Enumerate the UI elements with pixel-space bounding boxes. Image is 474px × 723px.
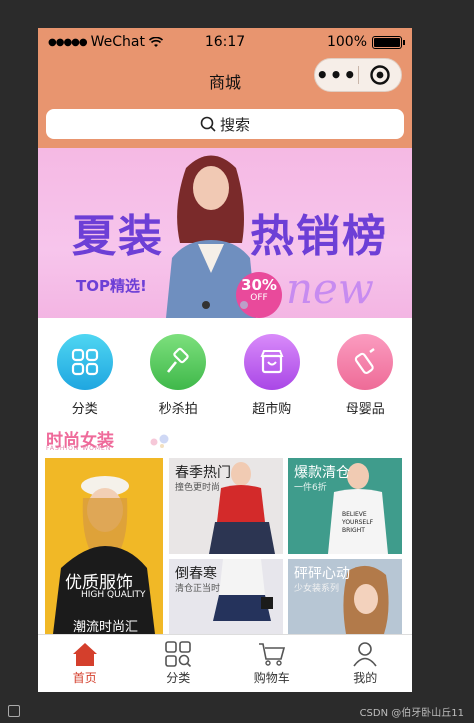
category-item-baby[interactable]: 母婴品 [319,318,413,418]
tile-subtitle: 少女装系列 [294,584,340,594]
hammer-icon [150,334,207,390]
tab-category[interactable]: 分类 [132,635,226,692]
watermark: CSDN @伯牙卧山丘11 [359,708,464,719]
tab-cart[interactable]: 购物车 [225,635,319,692]
phone-screen: ●●●●● WeChat 16:17 100% 商城 ••• 搜索 夏装 热销榜… [38,28,412,692]
home-icon [72,643,97,666]
grid-icon [56,334,113,390]
category-row: 分类 秒杀拍 超市购 母婴品 [38,318,412,418]
category-label: 秒杀拍 [158,402,198,417]
category-label: 分类 [71,402,98,417]
category-icon [165,641,192,667]
tile-title: 砰砰心动 [294,566,350,582]
tile-subtitle: 撞色更时尚 [175,483,221,493]
tile-subtitle: HIGH QUALITY [81,590,146,600]
banner-sub-text: TOP精选! [76,277,147,295]
category-label: 母婴品 [345,402,385,417]
section-subtitle: FASHION WOMEN [46,445,112,452]
tile-heart[interactable]: 砰砰心动 少女装系列 [288,559,402,634]
miniprogram-capsule: ••• [314,58,402,92]
bottle-icon [337,334,394,390]
tile-subtitle: 一件6折 [294,483,327,493]
tile-winter[interactable]: 倒春寒 清仓正当时 [169,559,283,634]
tile-subtitle: 清仓正当时 [175,584,221,594]
search-label: 搜索 [219,115,250,134]
banner-right-text: 热销榜 [250,211,388,262]
tab-label: 分类 [166,671,191,685]
tile-title: 春季热门 [175,465,231,481]
discount-badge: 30% OFF [236,272,282,318]
tile-spring[interactable]: 春季热门 撞色更时尚 [169,458,283,554]
tile-main[interactable]: 优质服饰 HIGH QUALITY 潮流时尚汇 [45,458,163,634]
user-icon [353,642,377,667]
tab-mine[interactable]: 我的 [319,635,413,692]
carousel-dot-active[interactable] [202,301,210,309]
tile-caption: 潮流时尚汇 [73,620,139,634]
decor-dots-icon [150,434,169,448]
category-label: 超市购 [252,402,292,417]
tile-title: 倒春寒 [175,566,217,582]
battery: 100% [326,34,405,50]
banner-deco-text: new [286,264,374,313]
battery-level: 100% [326,34,367,50]
svg-text:BRIGHT: BRIGHT [342,527,365,534]
tab-label: 购物车 [253,671,290,685]
banner-left-text: 夏装 [72,211,164,262]
category-item-market[interactable]: 超市购 [225,318,319,418]
nav-bar: 商城 ••• [38,56,412,100]
search-input[interactable]: 搜索 [46,109,404,139]
window-footer: CSDN @伯牙卧山丘11 [0,700,474,723]
more-button[interactable]: ••• [315,63,358,87]
window-restore-icon[interactable] [8,705,20,717]
store-icon [243,334,300,390]
target-icon [370,65,390,85]
tile-title: 爆款清仓 [294,465,350,481]
status-bar: ●●●●● WeChat 16:17 100% [38,28,412,56]
close-button[interactable] [359,64,401,86]
svg-text:BELIEVE: BELIEVE [342,511,367,518]
tile-hot[interactable]: BELIEVE YOURSELF BRIGHT 爆款清仓 一件6折 [288,458,402,554]
search-bar: 搜索 [38,100,412,148]
cart-icon [258,643,285,666]
fashion-grid: 优质服饰 HIGH QUALITY 潮流时尚汇 春季热门 撞色更时尚 BELIE… [38,458,412,634]
tab-label: 首页 [72,671,97,685]
svg-text:YOURSELF: YOURSELF [341,519,374,526]
promo-banner[interactable]: 夏装 热销榜 TOP精选! new 30% OFF [38,148,412,318]
model-image [53,476,155,634]
search-icon [200,116,216,132]
category-item-flash[interactable]: 秒杀拍 [132,318,226,418]
carousel-dot[interactable] [240,301,248,309]
tab-bar: 首页 分类 购物车 我的 [38,634,412,692]
tab-label: 我的 [353,671,378,685]
tab-home[interactable]: 首页 [38,635,132,692]
battery-icon [372,35,405,49]
category-item-classify[interactable]: 分类 [38,318,132,418]
